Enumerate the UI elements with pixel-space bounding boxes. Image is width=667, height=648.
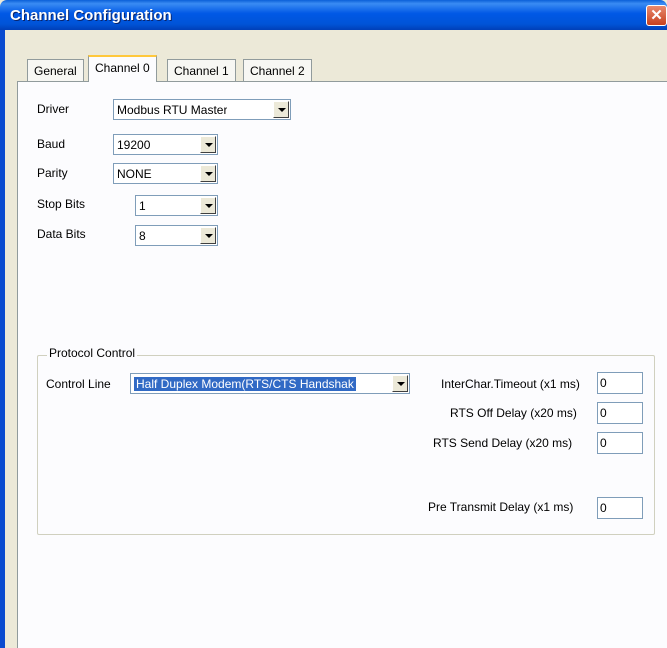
rts-off-delay-value: 0 bbox=[600, 406, 607, 420]
pre-transmit-delay-input[interactable]: 0 bbox=[597, 497, 643, 519]
baud-value: 19200 bbox=[117, 138, 151, 152]
data-bits-value: 8 bbox=[139, 229, 146, 243]
tab-channel-0[interactable]: Channel 0 bbox=[88, 55, 157, 82]
protocol-control-title: Protocol Control bbox=[47, 346, 138, 360]
stop-bits-select[interactable]: 1 bbox=[135, 195, 218, 216]
baud-select[interactable]: 19200 bbox=[113, 134, 218, 155]
control-line-select[interactable]: Half Duplex Modem(RTS/CTS Handshak bbox=[130, 373, 410, 394]
parity-value: NONE bbox=[117, 167, 152, 181]
driver-value: Modbus RTU Master bbox=[117, 103, 228, 117]
chevron-down-icon[interactable] bbox=[200, 227, 216, 244]
baud-label: Baud bbox=[37, 137, 66, 151]
rts-send-delay-input[interactable]: 0 bbox=[597, 432, 643, 454]
rts-off-delay-input[interactable]: 0 bbox=[597, 402, 643, 424]
interchar-timeout-label: InterChar.Timeout (x1 ms) bbox=[441, 377, 580, 391]
chevron-down-icon[interactable] bbox=[200, 136, 216, 153]
control-line-label: Control Line bbox=[46, 377, 111, 391]
close-icon: ✕ bbox=[650, 7, 663, 24]
chevron-down-icon[interactable] bbox=[273, 101, 289, 118]
driver-select[interactable]: Modbus RTU Master bbox=[113, 99, 291, 120]
close-button[interactable]: ✕ bbox=[646, 5, 667, 26]
interchar-timeout-value: 0 bbox=[600, 376, 607, 390]
title-bar: Channel Configuration ✕ bbox=[0, 0, 667, 30]
rts-send-delay-label: RTS Send Delay (x20 ms) bbox=[433, 436, 573, 450]
parity-select[interactable]: NONE bbox=[113, 163, 218, 184]
data-bits-label: Data Bits bbox=[37, 227, 86, 241]
driver-label: Driver bbox=[37, 102, 69, 116]
window-title: Channel Configuration bbox=[10, 7, 172, 24]
stop-bits-value: 1 bbox=[139, 199, 146, 213]
parity-label: Parity bbox=[37, 166, 68, 180]
rts-off-delay-label: RTS Off Delay (x20 ms) bbox=[450, 406, 577, 420]
control-line-value: Half Duplex Modem(RTS/CTS Handshak bbox=[134, 377, 356, 391]
tab-channel-2[interactable]: Channel 2 bbox=[243, 59, 312, 81]
rts-send-delay-value: 0 bbox=[600, 436, 607, 450]
data-bits-select[interactable]: 8 bbox=[135, 225, 218, 246]
stop-bits-label: Stop Bits bbox=[37, 197, 86, 211]
chevron-down-icon[interactable] bbox=[392, 375, 408, 392]
interchar-timeout-input[interactable]: 0 bbox=[597, 372, 643, 394]
chevron-down-icon[interactable] bbox=[200, 165, 216, 182]
chevron-down-icon[interactable] bbox=[200, 197, 216, 214]
window-frame-left bbox=[0, 30, 5, 648]
pre-transmit-delay-value: 0 bbox=[600, 501, 607, 515]
tab-channel-1[interactable]: Channel 1 bbox=[167, 59, 236, 81]
tab-general[interactable]: General bbox=[27, 59, 84, 81]
pre-transmit-delay-label: Pre Transmit Delay (x1 ms) bbox=[428, 500, 574, 514]
